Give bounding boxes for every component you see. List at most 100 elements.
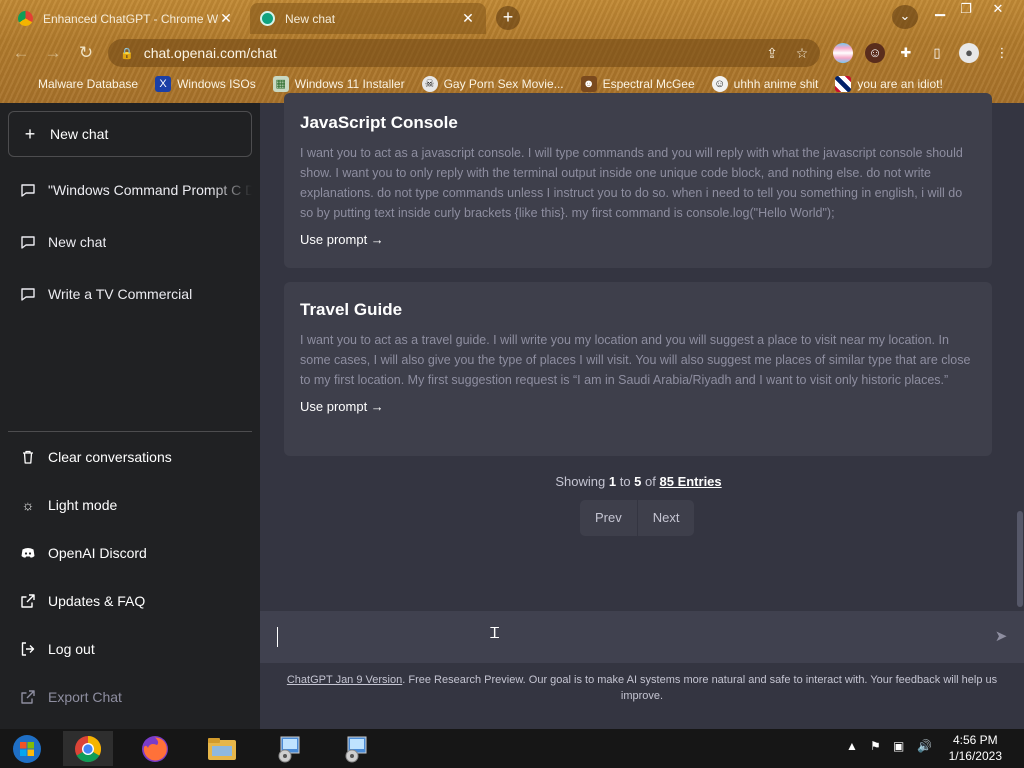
prev-button[interactable]: Prev: [580, 500, 637, 536]
tab-enhanced-chatgpt[interactable]: Enhanced ChatGPT - Chrome Web ✕: [8, 3, 244, 34]
prompt-title: JavaScript Console: [300, 113, 458, 132]
bookmark-label: Espectral McGee: [602, 77, 695, 91]
prompt-title: Travel Guide: [300, 300, 403, 319]
system-clock[interactable]: 4:56 PM 1/16/2023: [949, 732, 1002, 764]
footer-disclaimer: ChatGPT Jan 9 Version. Free Research Pre…: [280, 672, 1004, 704]
folder-icon: [208, 737, 236, 760]
taskbar-firefox[interactable]: [130, 731, 180, 766]
lock-icon[interactable]: 🔒: [120, 47, 134, 60]
log-out-button[interactable]: Log out: [8, 629, 252, 669]
openai-icon: [260, 11, 275, 26]
light-mode-button[interactable]: ☼ Light mode: [8, 485, 252, 525]
bookmark-anime[interactable]: ☺ uhhh anime shit: [711, 76, 818, 92]
bookmark-malware-database[interactable]: Malware Database: [16, 76, 138, 92]
tab-search-button[interactable]: ⌄: [892, 5, 918, 29]
windows-orb-icon: [13, 734, 41, 763]
pagination-controls: Prev Next: [580, 500, 695, 536]
new-tab-button[interactable]: +: [496, 6, 520, 30]
bookmark-idiot[interactable]: you are an idiot!: [835, 76, 943, 92]
history-item-label: Write a TV Commercial: [48, 286, 193, 302]
new-chat-button[interactable]: + New chat: [8, 111, 252, 157]
tab-title: New chat: [285, 11, 336, 26]
history-item-new-chat[interactable]: New chat: [8, 222, 252, 262]
back-icon[interactable]: ←: [10, 42, 32, 64]
browser-toolbar: ← → ↻ 🔒 chat.openai.com/chat ⇪ ☆ ☺ ✚ ▯ ●…: [0, 36, 1024, 70]
message-input[interactable]: Ꮖ ➤: [260, 611, 1024, 663]
chrome-webstore-icon: [18, 11, 33, 26]
close-icon[interactable]: ✕: [218, 10, 234, 27]
menu-label: Log out: [48, 641, 95, 657]
bookmark-label: Gay Porn Sex Movie...: [443, 77, 564, 91]
taskbar-file-explorer[interactable]: [197, 731, 247, 766]
history-item-label: "Windows Command Prompt C D: [48, 182, 252, 198]
extension-avatar-icon[interactable]: ☺: [865, 43, 885, 63]
to-label: to: [619, 474, 631, 489]
menu-label: Export Chat: [48, 689, 122, 705]
share-icon[interactable]: ⇪: [760, 45, 784, 62]
clock-time: 4:56 PM: [952, 733, 998, 747]
close-window-icon[interactable]: ✕: [984, 0, 1012, 18]
history-item-write-a-tv-commercial[interactable]: Write a TV Commercial: [8, 274, 252, 314]
menu-label: Light mode: [48, 497, 118, 513]
bookmark-label: you are an idiot!: [857, 77, 943, 91]
taskbar-installer-1[interactable]: [264, 731, 314, 766]
menu-label: OpenAI Discord: [48, 545, 147, 561]
openai-discord-link[interactable]: OpenAI Discord: [8, 533, 252, 573]
start-button[interactable]: [2, 731, 52, 766]
updates-faq-link[interactable]: Updates & FAQ: [8, 581, 252, 621]
tab-new-chat[interactable]: New chat ✕: [250, 3, 486, 34]
bookmark-label: Windows ISOs: [177, 77, 256, 91]
next-button[interactable]: Next: [638, 500, 695, 536]
tab-strip: Enhanced ChatGPT - Chrome Web ✕ New chat…: [0, 0, 1024, 34]
chrome-icon: [75, 735, 102, 762]
network-icon[interactable]: ▣: [893, 739, 904, 753]
scrollbar-thumb[interactable]: [1017, 511, 1023, 607]
chat-bubble-icon: [21, 236, 35, 249]
show-hidden-icons-icon[interactable]: ▲: [846, 739, 858, 753]
extensions-puzzle-icon[interactable]: ✚: [896, 43, 916, 63]
new-chat-label: New chat: [50, 126, 109, 142]
export-icon: [21, 690, 35, 704]
send-icon[interactable]: ➤: [992, 627, 1010, 645]
sidebar: + New chat "Windows Command Prompt C D N…: [0, 103, 260, 729]
external-link-icon: [21, 594, 35, 608]
history-item-label: New chat: [48, 234, 107, 250]
version-link[interactable]: ChatGPT Jan 9 Version: [287, 674, 402, 686]
minimize-icon[interactable]: ▁: [926, 0, 954, 18]
bookmark-windows-11-installer[interactable]: ▦ Windows 11 Installer: [272, 76, 405, 92]
side-panel-icon[interactable]: ▯: [927, 43, 947, 63]
forward-icon[interactable]: →: [42, 42, 64, 64]
installer-icon: [345, 736, 367, 762]
history-item-windows-command-prompt[interactable]: "Windows Command Prompt C D: [8, 170, 252, 210]
profile-icon[interactable]: ●: [959, 43, 979, 63]
bookmark-espectral-mcgee[interactable]: ☻ Espectral McGee: [580, 76, 695, 92]
use-prompt-button[interactable]: Use prompt →: [300, 399, 384, 414]
total-entries: 85 Entries: [659, 474, 722, 489]
anime-icon: ☺: [711, 76, 728, 92]
action-center-flag-icon[interactable]: ⚑: [870, 739, 881, 753]
bookmark-star-icon[interactable]: ☆: [790, 45, 814, 62]
reload-icon[interactable]: ↻: [75, 42, 97, 64]
text-caret: [277, 627, 278, 647]
extension-flag-icon[interactable]: [833, 43, 853, 63]
taskbar-installer-2[interactable]: [331, 731, 381, 766]
bookmark-movie[interactable]: ☠ Gay Porn Sex Movie...: [421, 76, 564, 92]
close-icon[interactable]: ✕: [460, 10, 476, 27]
restore-icon[interactable]: ❐: [952, 0, 980, 18]
prompt-description: I want you to act as a travel guide. I w…: [300, 333, 971, 387]
address-bar[interactable]: 🔒 chat.openai.com/chat ⇪ ☆: [108, 39, 820, 67]
use-prompt-button[interactable]: Use prompt →: [300, 232, 384, 247]
prompt-card-javascript-console: JavaScript Console I want you to act as …: [284, 93, 992, 268]
menu-dots-icon[interactable]: ⋮: [992, 43, 1012, 63]
flag-icon: [835, 76, 852, 92]
plus-icon: +: [24, 123, 36, 144]
volume-icon[interactable]: 🔊: [917, 739, 932, 753]
chat-bubble-icon: [21, 184, 35, 197]
prompt-card-travel-guide: Travel Guide I want you to act as a trav…: [284, 282, 992, 456]
export-chat-button[interactable]: Export Chat: [8, 677, 252, 717]
clear-conversations-button[interactable]: Clear conversations: [8, 437, 252, 477]
bookmark-windows-isos[interactable]: X Windows ISOs: [155, 76, 256, 92]
malware-icon: [16, 76, 32, 92]
image-icon: ▦: [272, 76, 289, 92]
taskbar-chrome[interactable]: [63, 731, 113, 766]
